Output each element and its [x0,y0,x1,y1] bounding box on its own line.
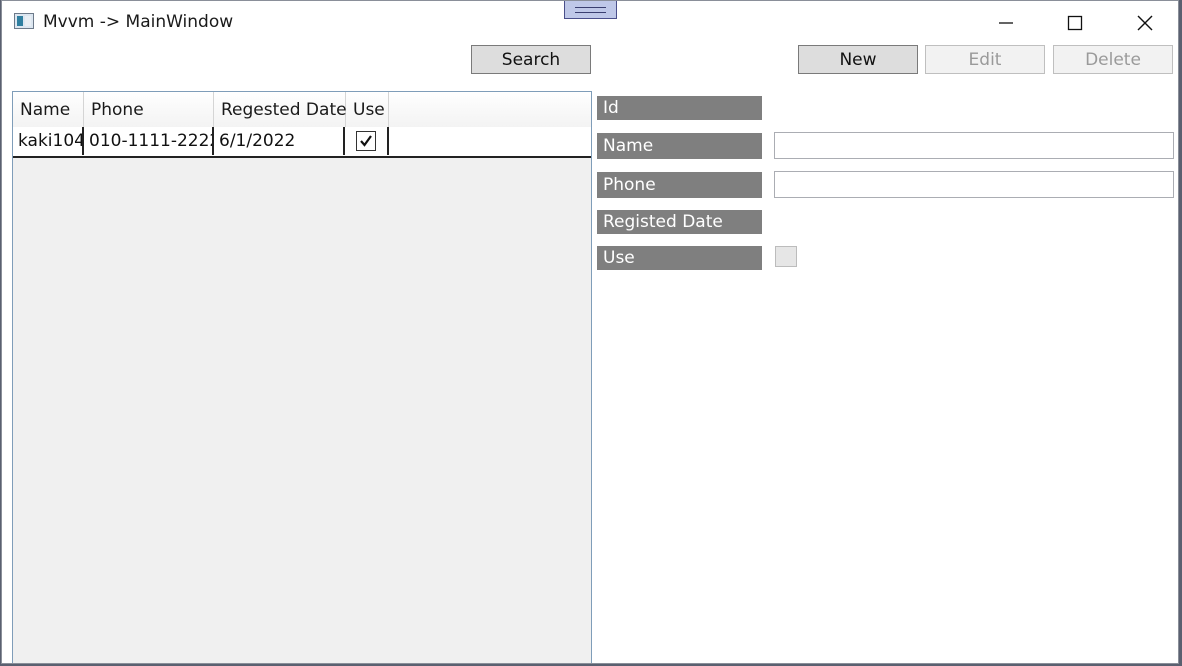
new-button[interactable]: New [798,45,918,74]
table-row[interactable]: kaki104 010-1111-2222 6/1/2022 [13,127,591,158]
registed-date-label: Registed Date [597,210,762,234]
cell-name[interactable]: kaki104 [13,127,84,155]
maximize-icon [1067,15,1083,31]
app-window-icon [14,13,34,29]
name-field[interactable] [774,132,1174,159]
close-icon [1137,15,1153,31]
drag-handle[interactable] [564,1,617,19]
cell-phone[interactable]: 010-1111-2222 [84,127,214,155]
column-header-name[interactable]: Name [13,92,84,127]
maximize-button[interactable] [1040,1,1110,45]
phone-label: Phone [597,172,762,198]
grid-header: Name Phone Regested Date Use [13,92,591,128]
column-header-regested-date[interactable]: Regested Date [214,92,347,127]
column-header-use[interactable]: Use [346,92,389,127]
title-bar: Mvvm -> MainWindow [2,1,1178,45]
use-checkbox-detail[interactable] [775,246,797,267]
search-button[interactable]: Search [471,45,591,74]
window-title: Mvvm -> MainWindow [43,12,234,32]
delete-button[interactable]: Delete [1053,45,1173,74]
user-data-grid[interactable]: Name Phone Regested Date Use kaki104 010… [12,91,592,663]
id-label: Id [597,96,762,120]
name-label: Name [597,133,762,159]
edit-button[interactable]: Edit [925,45,1045,74]
close-button[interactable] [1110,1,1178,45]
minimize-icon [999,22,1013,24]
use-checkbox[interactable] [356,131,376,151]
cell-use[interactable] [345,127,389,155]
phone-field[interactable] [774,171,1174,198]
main-window: Mvvm -> MainWindow Search New Edit Delet… [1,0,1179,664]
check-icon [360,135,372,147]
column-header-phone[interactable]: Phone [84,92,214,127]
cell-regested-date[interactable]: 6/1/2022 [214,127,345,155]
use-label: Use [597,246,762,270]
minimize-button[interactable] [971,1,1041,45]
